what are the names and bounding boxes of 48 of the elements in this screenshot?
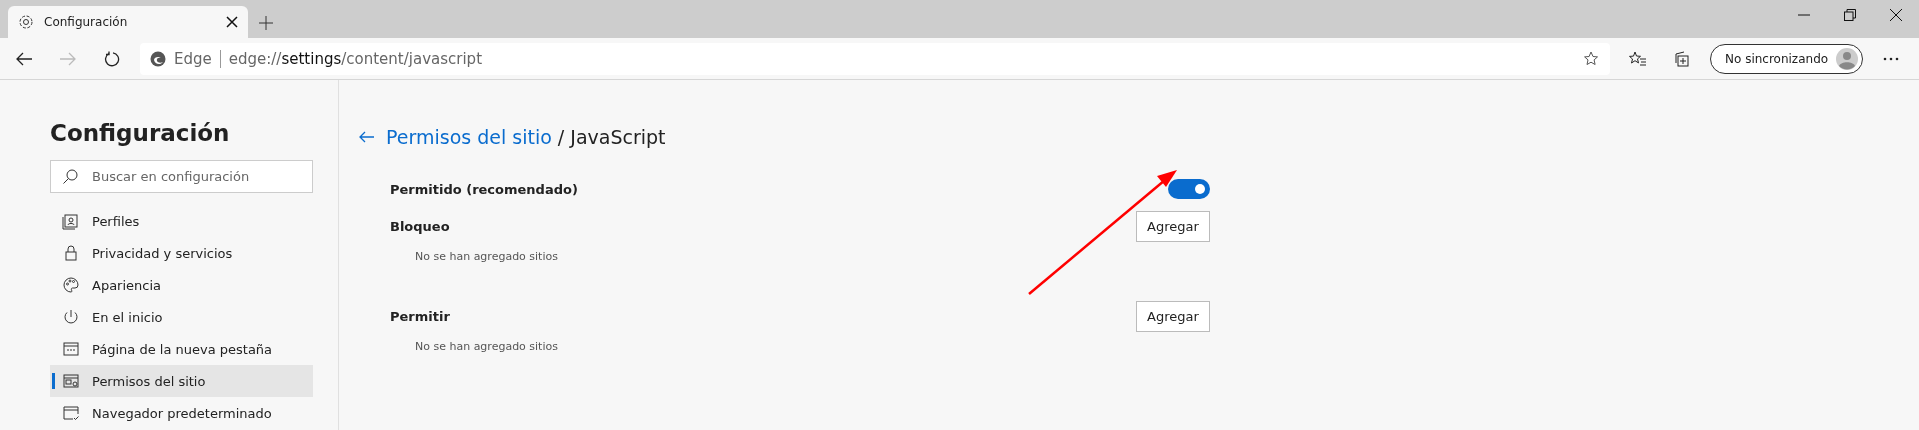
add-button[interactable]: Agregar <box>1136 300 1210 332</box>
power-icon <box>62 308 80 326</box>
favorites-list-icon[interactable] <box>1629 50 1647 67</box>
browser-tab[interactable]: Configuración <box>8 6 248 38</box>
new-tab-icon[interactable] <box>259 16 273 30</box>
more-icon[interactable] <box>1883 56 1900 61</box>
palette-icon <box>62 276 80 294</box>
sidebar-title: Configuración <box>50 120 231 146</box>
search-box[interactable]: Buscar en configuración <box>50 160 313 193</box>
search-field[interactable]: Buscar en configuración <box>90 168 300 185</box>
site-identity: Edge <box>174 49 212 68</box>
setting-label: Permitido (recomendado) <box>390 181 578 197</box>
url-text: edge://settings/content/javascript <box>228 49 482 68</box>
profile-card-icon <box>62 212 80 230</box>
window-check-icon <box>62 404 80 422</box>
window-gear-icon <box>62 372 80 390</box>
toggle-switch[interactable] <box>1168 179 1210 199</box>
new-tab-page-icon <box>62 340 80 358</box>
profile-button[interactable]: No sincronizando <box>1710 43 1864 74</box>
favorite-star-icon[interactable] <box>1584 50 1600 67</box>
section-title: Permitir <box>390 308 450 324</box>
search-icon <box>63 169 78 184</box>
restore-icon[interactable] <box>1844 9 1856 21</box>
refresh-icon[interactable] <box>104 50 120 67</box>
settings-icon <box>18 14 34 30</box>
sidebar-item[interactable]: Página de la nueva pestaña <box>50 333 313 365</box>
page-title: / JavaScript <box>556 126 666 148</box>
sidebar-item[interactable]: Permisos del sitio <box>50 365 313 397</box>
empty-message: No se han agregado sitios <box>415 250 558 263</box>
sidebar-item[interactable]: Navegador predeterminado <box>50 397 313 429</box>
sidebar-item[interactable]: En el inicio <box>50 301 313 333</box>
lock-icon <box>62 244 80 262</box>
breadcrumb-link[interactable]: Permisos del sitio <box>386 126 552 148</box>
close-icon[interactable] <box>1890 9 1902 21</box>
sidebar-item[interactable]: Perfiles <box>50 205 313 237</box>
sidebar-item[interactable]: Apariencia <box>50 269 313 301</box>
tab-title: Configuración <box>44 15 129 29</box>
back-icon[interactable] <box>16 51 32 66</box>
collections-icon[interactable] <box>1674 50 1690 67</box>
close-icon[interactable] <box>226 16 238 28</box>
avatar-icon <box>1836 47 1859 70</box>
add-button[interactable]: Agregar <box>1136 210 1210 242</box>
address-bar[interactable]: Edge edge://settings/content/javascript <box>140 42 1610 75</box>
section-title: Bloqueo <box>390 218 450 234</box>
browser-logo-icon <box>150 50 166 67</box>
empty-message: No se han agregado sitios <box>415 340 558 353</box>
back-arrow-icon[interactable] <box>359 131 374 143</box>
sidebar-item[interactable]: Privacidad y servicios <box>50 237 313 269</box>
